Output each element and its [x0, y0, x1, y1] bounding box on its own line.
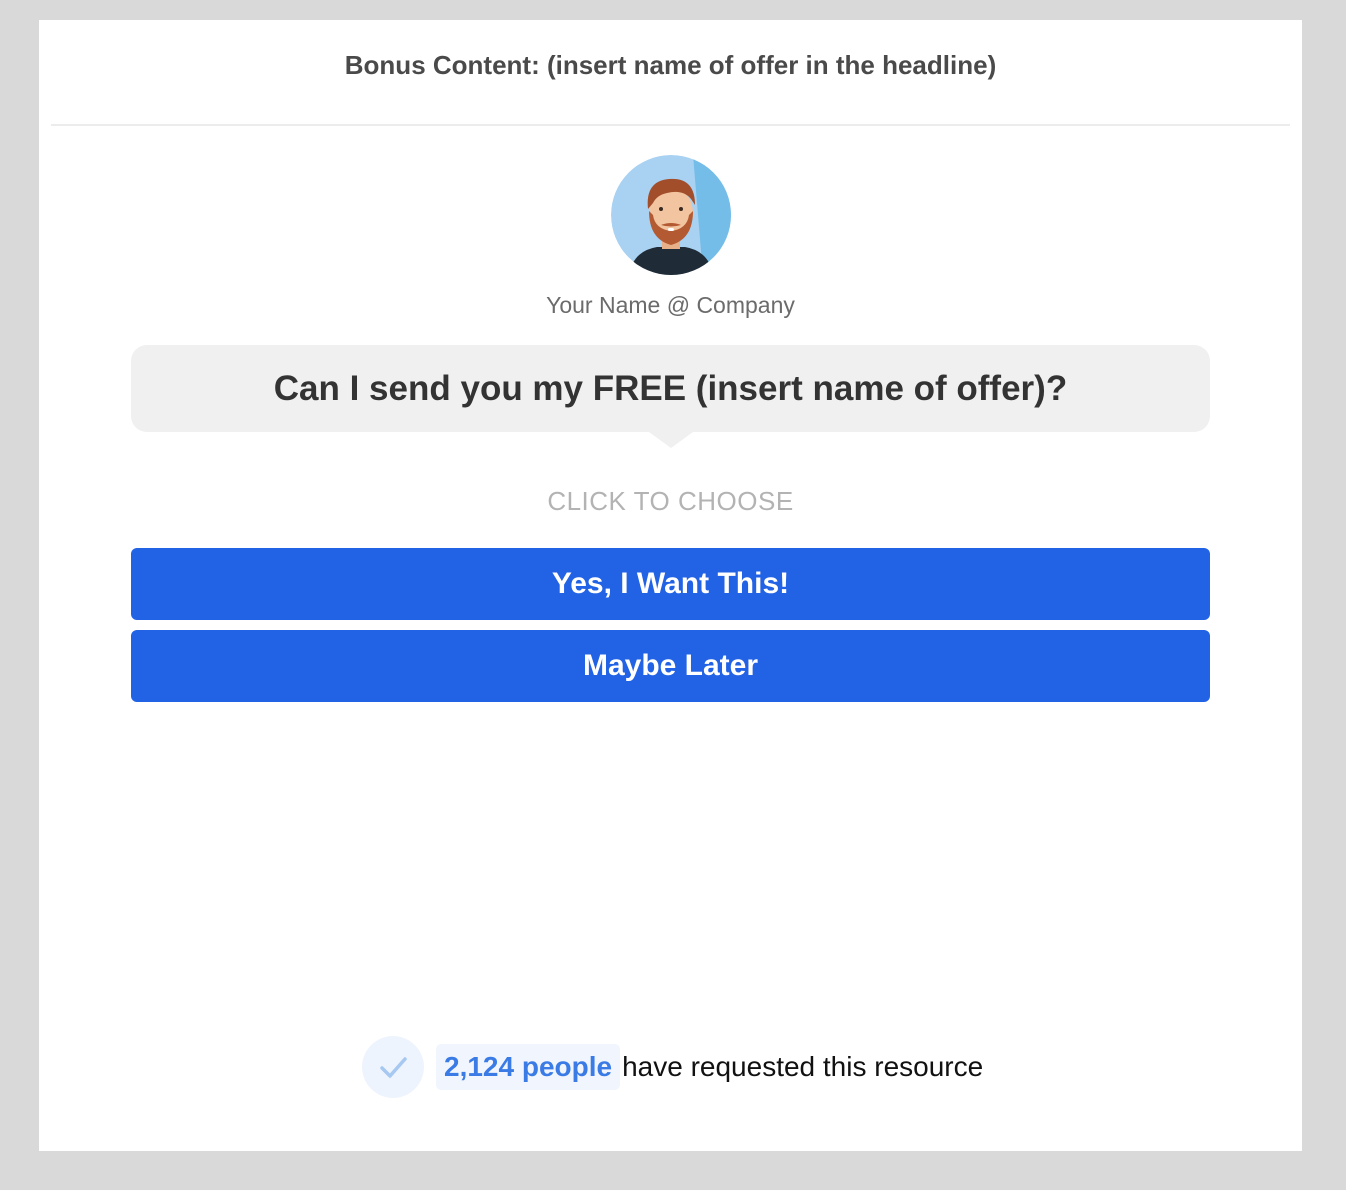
- check-badge: [362, 1036, 424, 1098]
- sender-name: Your Name @ Company: [546, 292, 795, 318]
- choose-hint: CLICK TO CHOOSE: [547, 486, 794, 516]
- social-proof-text: have requested this resource: [622, 1051, 984, 1082]
- social-proof: 2,124 people have requested this resourc…: [362, 1036, 983, 1098]
- avatar-icon: [611, 155, 731, 275]
- optin-modal: Bonus Content: (insert name of offer in …: [39, 20, 1302, 1151]
- request-count: 2,124 people: [436, 1044, 621, 1090]
- yes-button[interactable]: Yes, I Want This!: [131, 548, 1210, 620]
- bubble-tail: [648, 432, 693, 448]
- speech-bubble: Can I send you my FREE (insert name of o…: [131, 345, 1210, 448]
- modal-header: Bonus Content: (insert name of offer in …: [51, 20, 1290, 126]
- avatar: [611, 155, 731, 275]
- offer-question: Can I send you my FREE (insert name of o…: [273, 368, 1068, 408]
- check-icon: [380, 1057, 407, 1078]
- header-title: Bonus Content: (insert name of offer in …: [344, 49, 997, 80]
- maybe-later-button[interactable]: Maybe Later: [131, 630, 1210, 702]
